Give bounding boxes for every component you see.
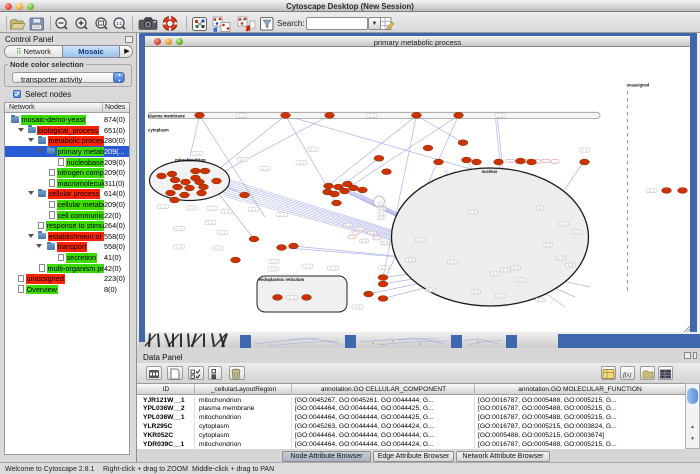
svg-text:[.....]: [.....] — [305, 264, 310, 268]
svg-text:[.....]: [.....] — [271, 260, 276, 264]
svg-text:[.....]: [.....] — [369, 114, 374, 118]
svg-text:[.....]: [.....] — [498, 294, 503, 298]
svg-text:[.....]: [.....] — [574, 230, 579, 234]
svg-text:[.....]: [.....] — [208, 221, 213, 225]
svg-text:[.....]: [.....] — [251, 207, 256, 211]
svg-text:[.....]: [.....] — [176, 245, 181, 249]
svg-text:unassigned: unassigned — [627, 83, 650, 88]
svg-text:[.....]: [.....] — [649, 189, 654, 193]
svg-text:plasma membrane: plasma membrane — [148, 113, 185, 118]
svg-text:[.....]: [.....] — [503, 268, 508, 272]
svg-text:[.....]: [.....] — [239, 114, 244, 118]
svg-text:[.....]: [.....] — [379, 212, 384, 216]
svg-text:[.....]: [.....] — [262, 167, 267, 171]
svg-text:1:1: 1:1 — [116, 21, 123, 26]
svg-text:[.....]: [.....] — [310, 147, 315, 151]
svg-text:[.....]: [.....] — [382, 241, 387, 245]
svg-text:cytoplasm: cytoplasm — [148, 128, 169, 133]
svg-text:[.....]: [.....] — [498, 113, 503, 117]
svg-text:[.....]: [.....] — [381, 266, 386, 270]
svg-text:endoplasmic reticulum: endoplasmic reticulum — [259, 277, 305, 282]
svg-text:[.....]: [.....] — [195, 152, 200, 156]
svg-text:[.....]: [.....] — [408, 258, 413, 262]
svg-text:[.....]: [.....] — [518, 278, 523, 282]
svg-text:...: ... — [509, 160, 511, 163]
svg-text:[.....]: [.....] — [558, 256, 563, 260]
svg-text:[.....]: [.....] — [473, 290, 478, 294]
svg-text:[.....]: [.....] — [357, 227, 362, 231]
svg-text:[.....]: [.....] — [428, 288, 433, 292]
svg-text:[.....]: [.....] — [361, 239, 366, 243]
svg-text:[.....]: [.....] — [545, 243, 550, 247]
svg-text:[.....]: [.....] — [379, 216, 384, 220]
svg-text:[.....]: [.....] — [215, 246, 220, 250]
svg-text:[.....]: [.....] — [379, 202, 384, 206]
svg-text:...: ... — [545, 160, 547, 163]
svg-text:[.....]: [.....] — [470, 210, 475, 214]
svg-text:[.....]: [.....] — [330, 266, 335, 270]
svg-text:[.....]: [.....] — [374, 236, 379, 240]
svg-text:[.....]: [.....] — [513, 266, 518, 270]
svg-text:[.....]: [.....] — [176, 227, 181, 231]
svg-text:[.....]: [.....] — [209, 206, 214, 210]
svg-text:[.....]: [.....] — [355, 305, 360, 309]
svg-text:[.....]: [.....] — [271, 267, 276, 271]
svg-text:[.....]: [.....] — [352, 231, 357, 235]
svg-text:[.....]: [.....] — [418, 238, 423, 242]
svg-text:[.....]: [.....] — [220, 231, 225, 235]
svg-text:mitochondrion: mitochondrion — [175, 158, 206, 163]
svg-text:[.....]: [.....] — [450, 260, 455, 264]
svg-text:[.....]: [.....] — [240, 158, 245, 162]
svg-text:[.....]: [.....] — [568, 263, 573, 267]
svg-text:[.....]: [.....] — [279, 213, 284, 217]
svg-text:[.....]: [.....] — [538, 298, 543, 302]
svg-text:[.....]: [.....] — [561, 222, 566, 226]
svg-text:[.....]: [.....] — [369, 231, 374, 235]
svg-text:[.....]: [.....] — [349, 235, 354, 239]
svg-text:[.....]: [.....] — [160, 205, 165, 209]
svg-text:[.....]: [.....] — [493, 272, 498, 276]
svg-text:f(x): f(x) — [623, 372, 631, 379]
svg-text:[.....]: [.....] — [189, 206, 194, 210]
svg-text:[.....]: [.....] — [379, 207, 384, 211]
svg-text:...: ... — [554, 161, 556, 164]
svg-text:[.....]: [.....] — [289, 296, 294, 300]
svg-text:[.....]: [.....] — [299, 161, 304, 165]
svg-text:[.....]: [.....] — [536, 206, 541, 210]
svg-text:[.....]: [.....] — [224, 209, 229, 213]
svg-text:[.....]: [.....] — [582, 148, 587, 152]
svg-text:nucleus: nucleus — [482, 169, 498, 174]
svg-text:[.....]: [.....] — [345, 223, 350, 227]
